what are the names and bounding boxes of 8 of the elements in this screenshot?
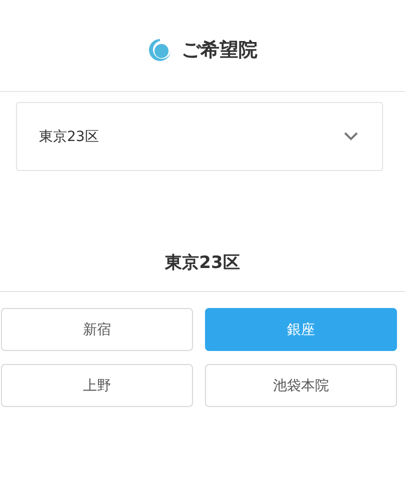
section-title: 東京23区 <box>0 251 405 292</box>
clinic-button[interactable]: 池袋本院 <box>205 364 397 407</box>
clinic-button[interactable]: 上野 <box>1 364 193 407</box>
chevron-down-icon <box>344 132 358 141</box>
page-title: ご希望院 <box>182 38 258 62</box>
logo-icon <box>148 38 172 62</box>
clinic-button[interactable]: 新宿 <box>1 308 193 351</box>
region-select[interactable]: 東京23区 <box>16 102 383 171</box>
